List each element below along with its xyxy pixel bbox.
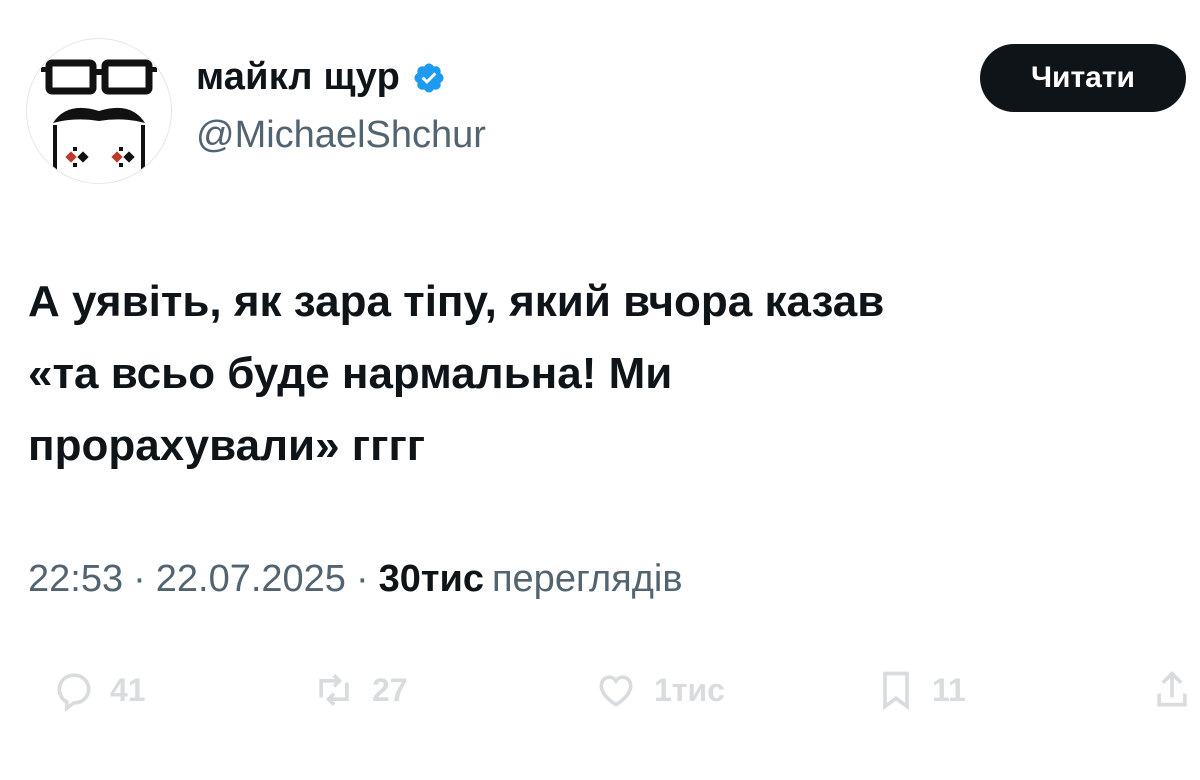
like-button[interactable]: 1тис: [592, 660, 725, 720]
verified-badge-icon: [412, 61, 446, 95]
follow-button[interactable]: Читати: [980, 44, 1186, 112]
tweet-date[interactable]: 22.07.2025: [156, 558, 346, 601]
tweet-meta: 22:53 · 22.07.2025 · 30тис переглядів: [28, 558, 683, 601]
reply-button[interactable]: 41: [52, 660, 146, 720]
reply-count: 41: [110, 671, 146, 708]
author-name-row: майкл щур: [196, 56, 446, 99]
tweet-text: А уявіть, як зара тіпу, який вчора казав…: [28, 277, 885, 470]
avatar[interactable]: [26, 38, 172, 184]
heart-icon: [599, 675, 633, 707]
share-icon: [1157, 670, 1187, 707]
reply-icon: [57, 673, 91, 712]
bookmark-icon: [883, 671, 909, 711]
like-count: 1тис: [654, 671, 725, 708]
repost-icon: [319, 674, 349, 706]
avatar-glasses-mustache-icon: [41, 59, 157, 171]
views-label: переглядів: [491, 558, 683, 600]
bookmark-button[interactable]: 11: [874, 660, 966, 720]
repost-button[interactable]: 27: [310, 660, 408, 720]
views-count: 30тис: [378, 558, 484, 600]
author-display-name[interactable]: майкл щур: [196, 56, 400, 99]
repost-count: 27: [372, 671, 408, 708]
bookmark-count: 11: [932, 671, 966, 708]
share-button[interactable]: [1150, 660, 1194, 720]
meta-separator: ·: [355, 558, 369, 600]
action-bar: 41 27 1тис 11: [0, 660, 1200, 720]
tweet-time[interactable]: 22:53: [28, 558, 123, 601]
meta-separator: ·: [133, 558, 146, 600]
author-handle[interactable]: @MichaelShchur: [196, 114, 486, 157]
